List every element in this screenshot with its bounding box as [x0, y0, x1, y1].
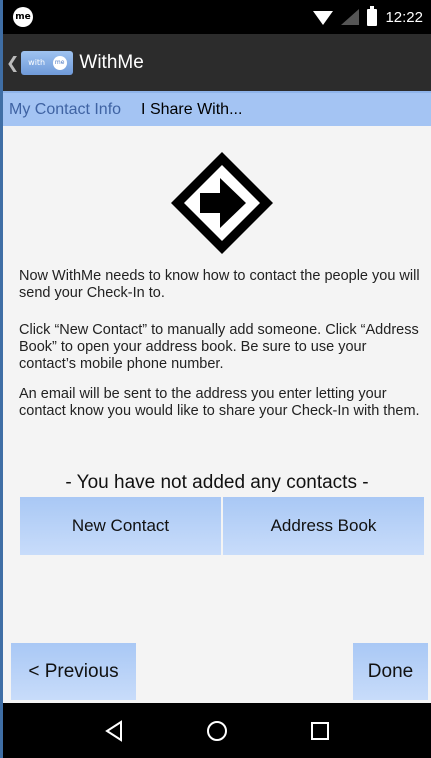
- tab-i-share-with[interactable]: I Share With...: [135, 93, 248, 126]
- tab-my-contact-info[interactable]: My Contact Info: [3, 93, 127, 126]
- recents-icon[interactable]: [305, 716, 335, 746]
- new-contact-button[interactable]: New Contact: [20, 497, 221, 555]
- battery-icon: [367, 5, 378, 26]
- instruction-paragraph-3: An email will be sent to the address you…: [19, 386, 420, 419]
- app-logo[interactable]: with me: [21, 50, 74, 75]
- signal-icon: [341, 9, 360, 25]
- home-icon[interactable]: [202, 716, 232, 746]
- wifi-icon: [313, 11, 334, 25]
- contact-action-buttons: New Contact Address Book: [20, 497, 424, 555]
- previous-button[interactable]: < Previous: [11, 643, 136, 700]
- forward-arrow-diamond-icon: [171, 152, 273, 254]
- back-icon[interactable]: [99, 716, 129, 746]
- status-indicators: 12:22: [313, 5, 423, 29]
- logo-me-badge: me: [52, 55, 67, 70]
- app-notification-icon: me: [13, 7, 33, 27]
- status-time: 12:22: [385, 8, 423, 26]
- system-nav-bar: [3, 703, 431, 758]
- tab-bar: My Contact Info I Share With...: [3, 91, 431, 126]
- done-button[interactable]: Done: [353, 643, 428, 700]
- device-frame: me 12:22 ❮ with me WithMe My Contact Inf…: [0, 0, 431, 758]
- empty-contacts-message: - You have not added any contacts -: [65, 472, 369, 493]
- instruction-paragraph-1: Now WithMe needs to know how to contact …: [19, 268, 420, 301]
- app-title: WithMe: [79, 51, 144, 73]
- app-bar: ❮ with me WithMe: [3, 34, 431, 91]
- main-content: Now WithMe needs to know how to contact …: [3, 126, 431, 646]
- logo-text: with: [28, 58, 46, 67]
- status-bar: me 12:22: [3, 0, 431, 34]
- instruction-paragraph-2: Click “New Contact” to manually add some…: [19, 322, 419, 372]
- address-book-button[interactable]: Address Book: [223, 497, 424, 555]
- back-chevron-icon[interactable]: ❮: [6, 53, 19, 72]
